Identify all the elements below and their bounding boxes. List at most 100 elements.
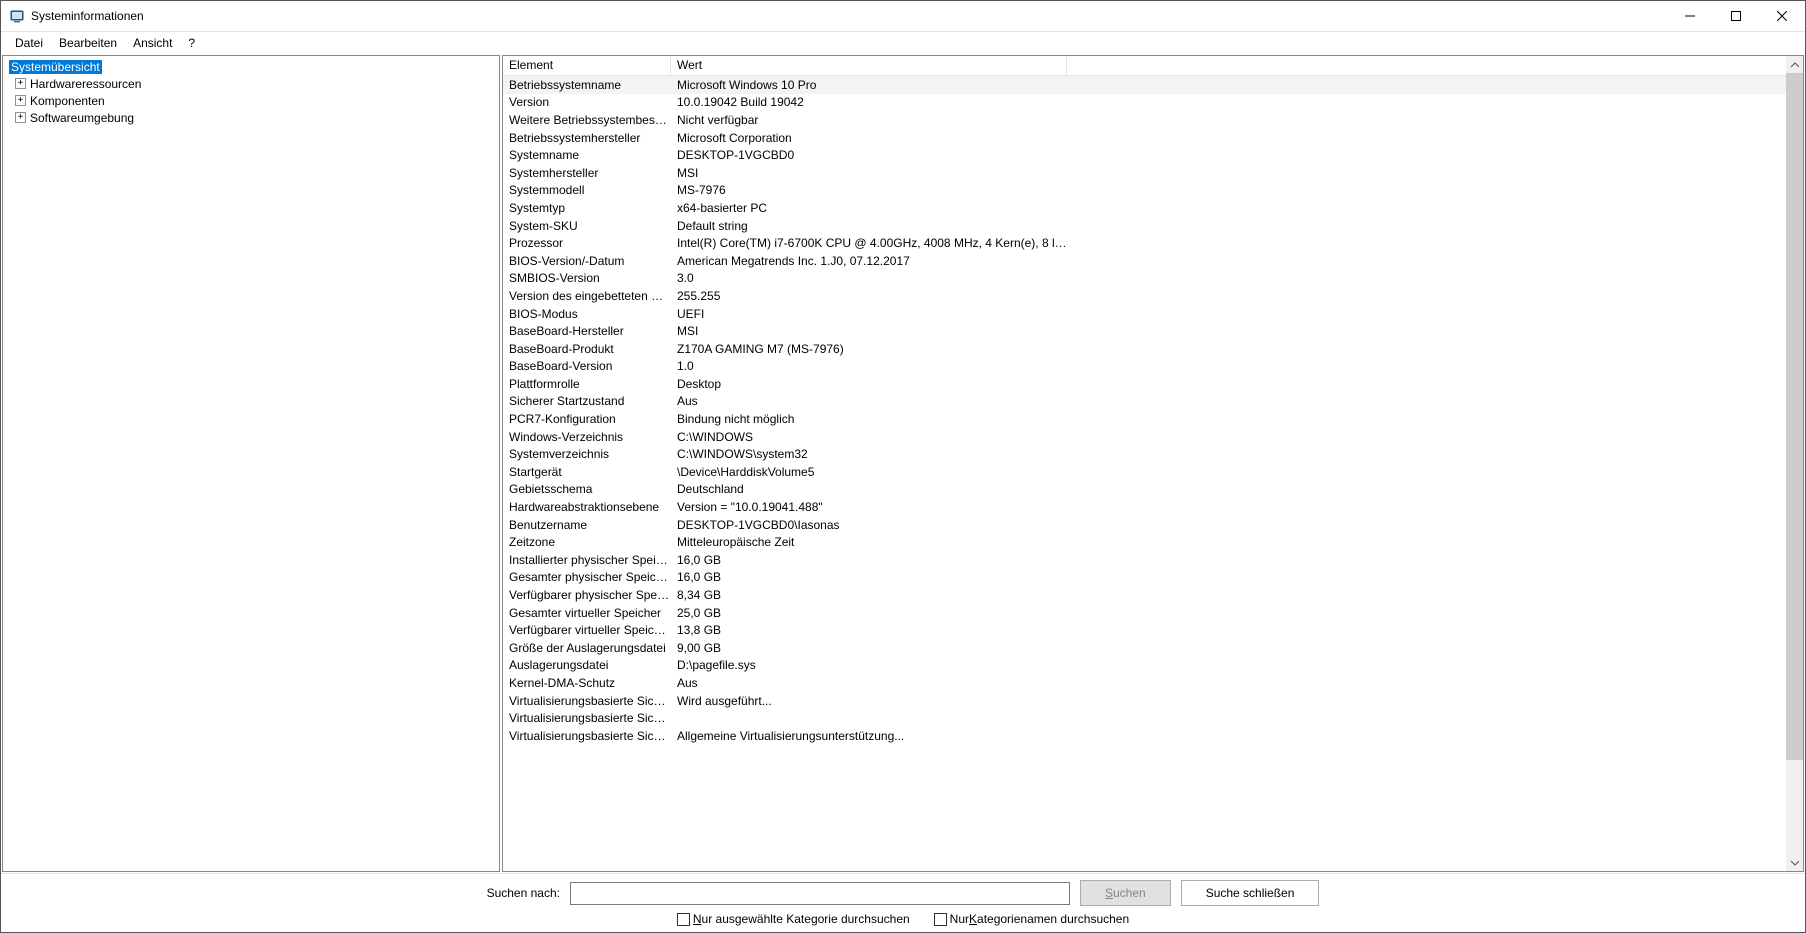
cell-element: Version	[503, 95, 671, 109]
list-row[interactable]: Größe der Auslagerungsdatei9,00 GB	[503, 639, 1786, 657]
cell-element: PCR7-Konfiguration	[503, 412, 671, 426]
list-row[interactable]: Version des eingebetteten Cont...255.255	[503, 287, 1786, 305]
cell-element: Startgerät	[503, 465, 671, 479]
list-row[interactable]: BaseBoard-Version1.0	[503, 358, 1786, 376]
scroll-thumb[interactable]	[1786, 73, 1803, 760]
search-label: Suchen nach:	[487, 886, 560, 900]
expand-icon[interactable]: +	[15, 112, 26, 123]
list-row[interactable]: AuslagerungsdateiD:\pagefile.sys	[503, 657, 1786, 675]
list-row[interactable]: BetriebssystemherstellerMicrosoft Corpor…	[503, 129, 1786, 147]
list-row[interactable]: PlattformrolleDesktop	[503, 375, 1786, 393]
cell-element: Größe der Auslagerungsdatei	[503, 641, 671, 655]
list-row[interactable]: SMBIOS-Version3.0	[503, 270, 1786, 288]
title-bar[interactable]: Systeminformationen	[1, 1, 1805, 31]
cell-element: Kernel-DMA-Schutz	[503, 676, 671, 690]
list-row[interactable]: SystemnameDESKTOP-1VGCBD0	[503, 146, 1786, 164]
list-row[interactable]: Systemtypx64-basierter PC	[503, 199, 1786, 217]
tree-item-software[interactable]: + Softwareumgebung	[3, 109, 499, 126]
list-header: Element Wert	[503, 56, 1786, 76]
list-row[interactable]: BenutzernameDESKTOP-1VGCBD0\Iasonas	[503, 516, 1786, 534]
list-row[interactable]: Gesamter virtueller Speicher25,0 GB	[503, 604, 1786, 622]
cell-value: 3.0	[671, 271, 1067, 285]
menu-help[interactable]: ?	[180, 34, 203, 52]
app-icon	[9, 8, 25, 24]
list-row[interactable]: Verfügbarer virtueller Speicher13,8 GB	[503, 621, 1786, 639]
list-row[interactable]: Kernel-DMA-SchutzAus	[503, 674, 1786, 692]
list-row[interactable]: SystemherstellerMSI	[503, 164, 1786, 182]
cell-value: 16,0 GB	[671, 570, 1067, 584]
checkbox-selected-category-only[interactable]: Nur ausgewählte Kategorie durchsuchen	[677, 912, 910, 926]
list-row[interactable]: PCR7-KonfigurationBindung nicht möglich	[503, 410, 1786, 428]
scroll-track[interactable]	[1786, 73, 1803, 854]
checkbox-box[interactable]	[934, 913, 947, 926]
window-controls	[1667, 1, 1805, 31]
list-row[interactable]: Sicherer StartzustandAus	[503, 393, 1786, 411]
list-row[interactable]: Gesamter physischer Speicher16,0 GB	[503, 569, 1786, 587]
list-row[interactable]: ZeitzoneMitteleuropäische Zeit	[503, 533, 1786, 551]
list-row[interactable]: Startgerät\Device\HarddiskVolume5	[503, 463, 1786, 481]
list-row[interactable]: SystemmodellMS-7976	[503, 182, 1786, 200]
list-row[interactable]: BetriebssystemnameMicrosoft Windows 10 P…	[503, 76, 1786, 94]
menu-view[interactable]: Ansicht	[125, 34, 180, 52]
list-row[interactable]: ProzessorIntel(R) Core(TM) i7-6700K CPU …	[503, 234, 1786, 252]
column-header-element[interactable]: Element	[503, 56, 671, 75]
cell-element: Virtualisierungsbasierte Sicherh...	[503, 711, 671, 725]
list-row[interactable]: SystemverzeichnisC:\WINDOWS\system32	[503, 445, 1786, 463]
list-row[interactable]: Virtualisierungsbasierte Sicherh...	[503, 709, 1786, 727]
list-row[interactable]: HardwareabstraktionsebeneVersion = "10.0…	[503, 498, 1786, 516]
expand-icon[interactable]: +	[15, 78, 26, 89]
cell-value: 25,0 GB	[671, 606, 1067, 620]
cell-element: BaseBoard-Version	[503, 359, 671, 373]
list-row[interactable]: System-SKUDefault string	[503, 217, 1786, 235]
search-input[interactable]	[570, 882, 1070, 905]
search-button[interactable]: Suchen	[1080, 880, 1171, 906]
menu-edit[interactable]: Bearbeiten	[51, 34, 125, 52]
list-row[interactable]: Windows-VerzeichnisC:\WINDOWS	[503, 428, 1786, 446]
list-row[interactable]: Version10.0.19042 Build 19042	[503, 94, 1786, 112]
list-row[interactable]: GebietsschemaDeutschland	[503, 481, 1786, 499]
checkbox-category-names-only[interactable]: Nur Kategorienamen durchsuchen	[934, 912, 1129, 926]
list-row[interactable]: BIOS-ModusUEFI	[503, 305, 1786, 323]
column-header-value[interactable]: Wert	[671, 56, 1067, 75]
tree-item-label: Softwareumgebung	[30, 111, 134, 125]
cell-element: Betriebssystemname	[503, 78, 671, 92]
list-body[interactable]: BetriebssystemnameMicrosoft Windows 10 P…	[503, 76, 1786, 745]
list-row[interactable]: Virtualisierungsbasierte Sicherh...Allge…	[503, 727, 1786, 745]
close-search-button[interactable]: Suche schließen	[1181, 880, 1320, 906]
maximize-button[interactable]	[1713, 1, 1759, 31]
tree-item-label: Hardwareressourcen	[30, 77, 141, 91]
vertical-scrollbar[interactable]	[1786, 56, 1803, 871]
cell-value: Allgemeine Virtualisierungsunterstützung…	[671, 729, 1067, 743]
list-row[interactable]: BaseBoard-ProduktZ170A GAMING M7 (MS-797…	[503, 340, 1786, 358]
close-button[interactable]	[1759, 1, 1805, 31]
cell-value: C:\WINDOWS\system32	[671, 447, 1067, 461]
list-row[interactable]: BIOS-Version/-DatumAmerican Megatrends I…	[503, 252, 1786, 270]
list-row[interactable]: BaseBoard-HerstellerMSI	[503, 322, 1786, 340]
cell-value: DESKTOP-1VGCBD0	[671, 148, 1067, 162]
cell-element: Version des eingebetteten Cont...	[503, 289, 671, 303]
list-row[interactable]: Verfügbarer physischer Speicher8,34 GB	[503, 586, 1786, 604]
cell-value: 10.0.19042 Build 19042	[671, 95, 1067, 109]
tree-item-label: Komponenten	[30, 94, 105, 108]
minimize-button[interactable]	[1667, 1, 1713, 31]
list-row[interactable]: Virtualisierungsbasierte Sicherh...Wird …	[503, 692, 1786, 710]
expand-icon[interactable]: +	[15, 95, 26, 106]
list-row[interactable]: Installierter physischer Speicher...16,0…	[503, 551, 1786, 569]
cell-value: C:\WINDOWS	[671, 430, 1067, 444]
cell-value: x64-basierter PC	[671, 201, 1067, 215]
tree-item-components[interactable]: + Komponenten	[3, 92, 499, 109]
scroll-down-button[interactable]	[1786, 854, 1803, 871]
cell-element: Windows-Verzeichnis	[503, 430, 671, 444]
cell-element: System-SKU	[503, 219, 671, 233]
tree-root-system-overview[interactable]: Systemübersicht	[3, 58, 499, 75]
cell-value: Microsoft Corporation	[671, 131, 1067, 145]
scroll-up-button[interactable]	[1786, 56, 1803, 73]
cell-value: Intel(R) Core(TM) i7-6700K CPU @ 4.00GHz…	[671, 236, 1067, 250]
checkbox-box[interactable]	[677, 913, 690, 926]
cell-element: Installierter physischer Speicher...	[503, 553, 671, 567]
menu-file[interactable]: Datei	[7, 34, 51, 52]
tree-item-label: Systemübersicht	[9, 60, 102, 74]
list-row[interactable]: Weitere Betriebssystembeschrei...Nicht v…	[503, 111, 1786, 129]
tree-item-hardware[interactable]: + Hardwareressourcen	[3, 75, 499, 92]
cell-element: Prozessor	[503, 236, 671, 250]
